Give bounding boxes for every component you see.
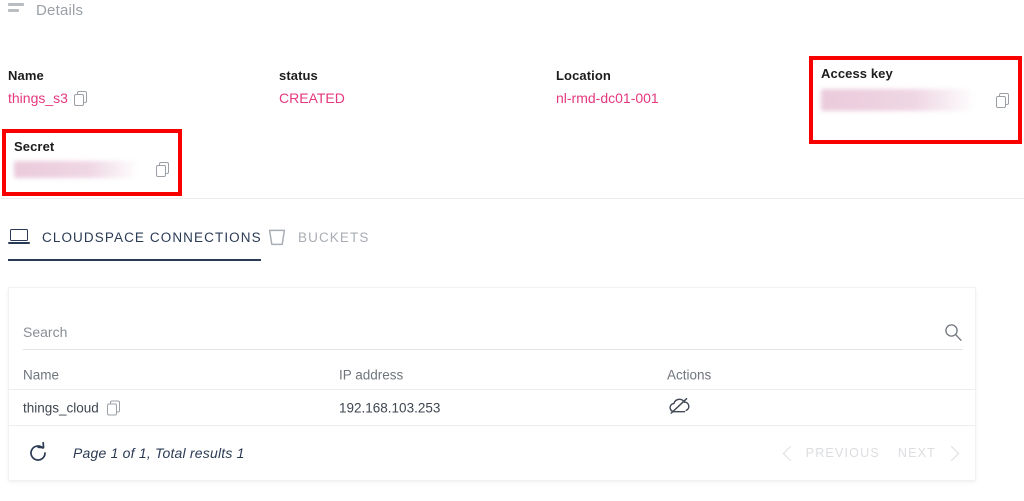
field-location-value: nl-rmd-dc01-001 — [556, 90, 659, 106]
field-location-value-row: nl-rmd-dc01-001 — [556, 88, 659, 108]
refresh-icon[interactable] — [27, 441, 49, 464]
previous-page-label: PREVIOUS — [805, 446, 880, 460]
top-bar: Details — [0, 0, 1024, 26]
field-status-label: status — [279, 68, 318, 83]
pagination-controls: PREVIOUS NEXT — [782, 445, 960, 461]
field-location-label: Location — [556, 68, 611, 83]
tab-buckets-label: BUCKETS — [298, 229, 370, 245]
tab-bar: CLOUDSPACE CONNECTIONS BUCKETS — [0, 215, 1024, 261]
field-status-value-row: CREATED — [279, 88, 345, 108]
column-header-actions: Actions — [667, 367, 712, 383]
copy-icon[interactable] — [73, 90, 88, 106]
bucket-icon — [268, 229, 286, 246]
next-page-button[interactable]: NEXT — [897, 445, 960, 461]
menu-icon[interactable] — [8, 0, 26, 15]
search-input[interactable] — [23, 323, 903, 340]
tab-active-indicator — [8, 259, 261, 261]
connections-table-card: Name IP address Actions things_cloud 192… — [8, 287, 976, 481]
field-name-label: Name — [8, 68, 44, 83]
field-status: status CREATED — [279, 68, 345, 108]
previous-page-button[interactable]: PREVIOUS — [782, 445, 880, 461]
laptop-icon — [8, 229, 30, 245]
cloud-off-icon[interactable] — [667, 397, 691, 419]
field-access-key-masked-value — [821, 89, 973, 111]
field-name: Name things_s3 — [8, 68, 88, 108]
cell-name-text: things_cloud — [23, 400, 99, 415]
next-page-label: NEXT — [897, 446, 936, 460]
page-title: Details — [36, 2, 84, 19]
status-badge: CREATED — [279, 90, 345, 106]
copy-icon[interactable] — [106, 400, 121, 415]
tab-cloudspace-connections-label: CLOUDSPACE CONNECTIONS — [42, 229, 262, 245]
tab-cloudspace-connections[interactable]: CLOUDSPACE CONNECTIONS — [8, 215, 262, 259]
table-row[interactable]: things_cloud 192.168.103.253 — [9, 390, 975, 426]
column-header-ip-address: IP address — [339, 367, 404, 383]
section-divider — [0, 198, 1024, 199]
access-key-annotation-box: Access key — [809, 56, 1022, 144]
field-access-key-label: Access key — [821, 66, 893, 81]
chevron-right-icon — [943, 445, 960, 461]
search-icon[interactable] — [943, 322, 963, 342]
column-header-name: Name — [23, 367, 60, 383]
field-secret-value-row — [14, 161, 170, 178]
details-page: Details Name things_s3 status CREATED Lo… — [0, 0, 1024, 501]
chevron-left-icon — [782, 445, 798, 461]
field-name-value: things_s3 — [8, 90, 68, 106]
cell-actions — [667, 395, 691, 420]
copy-icon[interactable] — [156, 162, 170, 177]
field-secret-masked-value — [14, 161, 136, 178]
page-info: Page 1 of 1, Total results 1 — [73, 445, 245, 461]
field-name-value-row: things_s3 — [8, 88, 88, 108]
tab-buckets[interactable]: BUCKETS — [268, 215, 369, 259]
field-location: Location nl-rmd-dc01-001 — [556, 68, 659, 108]
table-header: Name IP address Actions — [9, 361, 975, 390]
field-access-key-value-row — [821, 89, 1010, 111]
cell-ip-address: 192.168.103.253 — [339, 400, 441, 415]
search-bar — [23, 314, 963, 350]
field-secret-label: Secret — [14, 139, 55, 154]
table-footer: Page 1 of 1, Total results 1 PREVIOUS NE… — [9, 426, 975, 480]
copy-icon[interactable] — [996, 92, 1010, 108]
cell-name: things_cloud — [23, 400, 121, 415]
secret-annotation-box: Secret — [2, 129, 182, 196]
